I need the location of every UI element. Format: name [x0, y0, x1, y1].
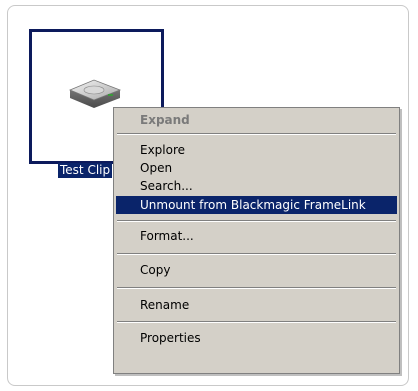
menu-item-format[interactable]: Format... [116, 227, 397, 245]
menu-separator [117, 287, 396, 289]
menu-item-rename[interactable]: Rename [116, 296, 397, 314]
drive-label[interactable]: Test Clip [58, 163, 113, 178]
menu-item-expand: Expand [140, 113, 190, 127]
menu-item-open[interactable]: Open [116, 159, 397, 177]
menu-item-unmount[interactable]: Unmount from Blackmagic FrameLink [116, 196, 397, 214]
menu-item-search[interactable]: Search... [116, 177, 397, 195]
menu-separator [117, 220, 396, 222]
hard-drive-icon [68, 79, 122, 108]
menu-separator [117, 321, 396, 323]
menu-separator [117, 133, 396, 135]
menu-item-copy[interactable]: Copy [116, 261, 397, 279]
menu-item-explore[interactable]: Explore [116, 141, 397, 159]
menu-item-properties[interactable]: Properties [116, 329, 397, 347]
menu-separator [117, 253, 396, 255]
context-menu: Expand Explore Open Search... Unmount fr… [113, 107, 400, 374]
